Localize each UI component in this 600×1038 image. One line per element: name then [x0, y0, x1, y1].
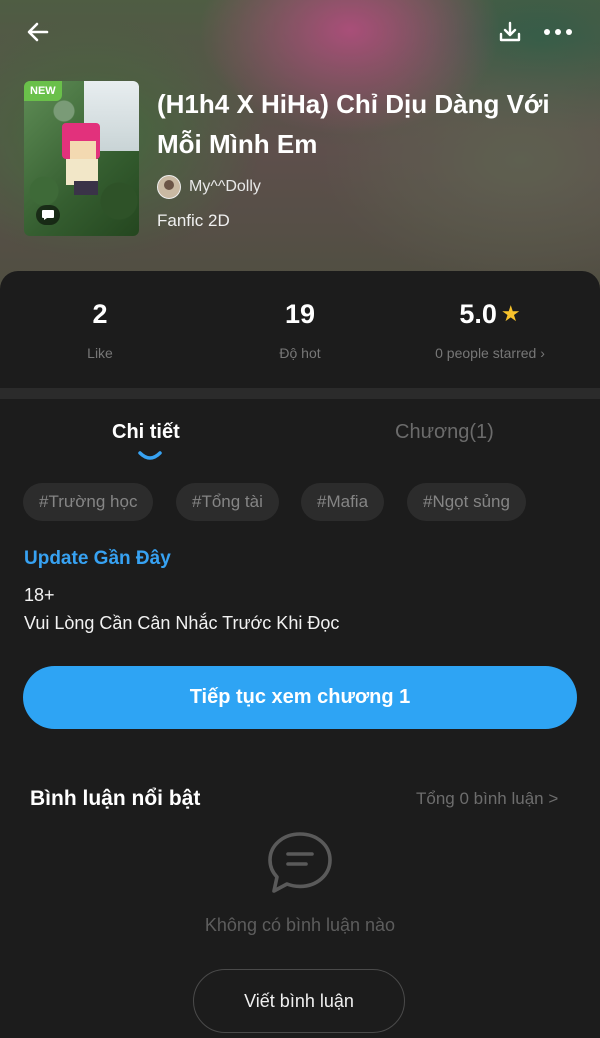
author-row[interactable]: My^^Dolly — [157, 175, 261, 199]
story-title: (H1h4 X HiHa) Chỉ Dịu Dàng Với Mỗi Mình … — [157, 89, 550, 159]
stat-likes: 2 Like — [0, 297, 200, 361]
tab-bar: Chi tiết Chương(1) — [0, 419, 600, 465]
chat-bubble-icon — [36, 205, 60, 225]
cover-figure-face — [70, 141, 96, 159]
tab-details[interactable]: Chi tiết — [112, 421, 180, 444]
cover-figure-legs — [74, 181, 98, 195]
stat-hot-value: 19 — [284, 299, 316, 329]
story-genre: Fanfic 2D — [157, 211, 230, 230]
stat-likes-label: Like — [87, 345, 113, 361]
download-icon[interactable] — [492, 14, 528, 50]
comment-empty-icon — [266, 830, 334, 896]
update-title: Update Gần Đây — [24, 548, 171, 569]
stats-row: 2 Like 19 Độ hot 5.0 ★ 0 people starred › — [0, 271, 600, 389]
stat-rating-value: 5.0 — [459, 299, 497, 329]
stat-rating[interactable]: 5.0 ★ 0 people starred › — [390, 297, 590, 361]
tag-list: #Trường học #Tổng tài #Mafia #Ngọt sủng — [23, 483, 583, 523]
tab-chapters[interactable]: Chương(1) — [395, 421, 494, 444]
back-arrow-icon[interactable] — [20, 14, 56, 50]
stat-likes-value: 2 — [92, 299, 108, 329]
more-icon[interactable] — [540, 14, 576, 50]
tag-chip[interactable]: #Mafia — [301, 483, 385, 521]
tag-chip[interactable]: #Trường học — [23, 483, 154, 521]
top-bar — [0, 14, 600, 54]
tag-chip[interactable]: #Ngọt sủng — [407, 483, 526, 521]
write-comment-button[interactable]: Viết bình luận — [193, 969, 405, 1033]
stat-hot: 19 Độ hot — [200, 297, 400, 361]
update-line-2: Vui Lòng Cần Cân Nhắc Trước Khi Đọc — [24, 613, 340, 633]
section-divider — [0, 388, 600, 399]
new-badge: NEW — [24, 81, 62, 101]
tag-chip[interactable]: #Tổng tài — [176, 483, 279, 521]
active-tab-indicator — [137, 449, 163, 461]
author-avatar — [157, 175, 181, 199]
stat-hot-label: Độ hot — [279, 345, 321, 361]
stat-rating-label: 0 people starred › — [435, 345, 545, 361]
content-panel: 2 Like 19 Độ hot 5.0 ★ 0 people starred ›… — [0, 271, 600, 1038]
star-icon: ★ — [500, 301, 521, 326]
author-name: My^^Dolly — [189, 178, 261, 195]
story-cover-image[interactable]: NEW — [24, 81, 139, 236]
empty-comments-text: Không có bình luận nào — [204, 915, 396, 935]
comments-total-link[interactable]: Tổng 0 bình luận > — [416, 789, 558, 809]
comments-title: Bình luận nổi bật — [30, 787, 201, 810]
continue-reading-button[interactable]: Tiếp tục xem chương 1 — [23, 666, 577, 729]
update-line-1: 18+ — [24, 585, 55, 605]
